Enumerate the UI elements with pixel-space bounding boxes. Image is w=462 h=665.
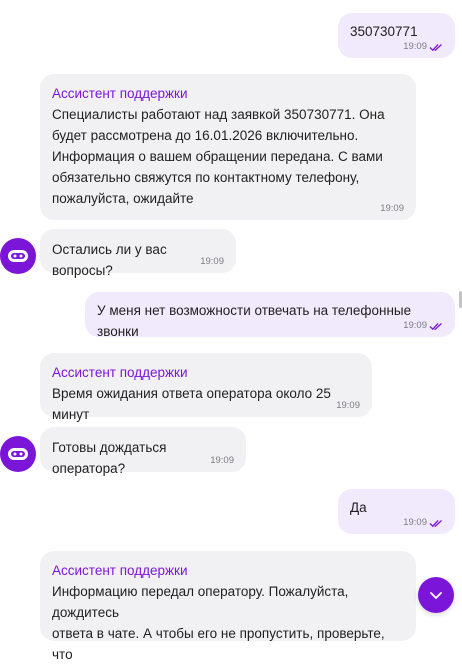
bot-avatar	[0, 238, 36, 274]
sender-name: Ассистент поддержки	[52, 563, 188, 578]
message-time: 19:09	[403, 320, 443, 332]
message-line: Информация о вашем обращении передана. С…	[52, 149, 383, 164]
outgoing-message: 350730771 19:09	[338, 13, 455, 58]
message-text: Время ожидания ответа оператора около 25…	[52, 386, 331, 422]
message-time: 19:09	[210, 455, 234, 467]
message-line: пожалуйста, ожидайте	[52, 191, 194, 206]
message-time: 19:09	[403, 41, 443, 53]
time-label: 19:09	[403, 41, 427, 52]
outgoing-message: Да 19:09	[338, 489, 455, 534]
robot-face-icon	[8, 250, 28, 262]
incoming-message: Ассистент поддержки Время ожидания ответ…	[40, 353, 372, 422]
double-check-icon	[429, 323, 442, 331]
message-line: Информацию передал оператору. Пожалуйста…	[52, 584, 349, 620]
incoming-message: Готовы дождаться оператора? 19:09	[40, 427, 246, 476]
message-text: Да	[350, 500, 367, 515]
outgoing-message: У меня нет возможности отвечать на телеф…	[85, 292, 455, 339]
message-text: 350730771	[350, 24, 418, 39]
message-line: будет рассмотрена до 16.01.2026 включите…	[52, 128, 359, 143]
bot-avatar	[0, 436, 36, 472]
double-check-icon	[429, 44, 442, 52]
message-time: 19:09	[336, 400, 360, 412]
incoming-message: Остались ли у вас вопросы? 19:09	[40, 229, 236, 278]
incoming-message: Ассистент поддержки Специалисты работают…	[40, 74, 416, 220]
message-line: ответа в чате. А чтобы его не пропустить…	[52, 626, 385, 662]
message-line: обязательно свяжутся по контактному теле…	[52, 170, 360, 185]
time-label: 19:09	[403, 517, 427, 528]
double-check-icon	[429, 520, 442, 528]
time-label: 19:09	[200, 256, 224, 267]
sender-name: Ассистент поддержки	[52, 86, 188, 101]
time-label: 19:09	[380, 203, 404, 214]
message-time: 19:09	[200, 256, 224, 268]
message-text: Остались ли у вас вопросы?	[52, 242, 167, 278]
sender-name: Ассистент поддержки	[52, 365, 188, 380]
message-text: У меня нет возможности отвечать на телеф…	[97, 303, 412, 339]
robot-face-icon	[8, 448, 28, 460]
message-time: 19:09	[380, 203, 404, 215]
message-text: Готовы дождаться оператора?	[52, 440, 167, 476]
time-label: 19:09	[210, 455, 234, 466]
time-label: 19:09	[403, 320, 427, 331]
message-time: 19:09	[403, 517, 443, 529]
scroll-down-button[interactable]	[418, 577, 454, 613]
message-line: Специалисты работают над заявкой 3507307…	[52, 107, 385, 122]
time-label: 19:09	[336, 400, 360, 411]
chevron-down-icon	[430, 592, 442, 599]
